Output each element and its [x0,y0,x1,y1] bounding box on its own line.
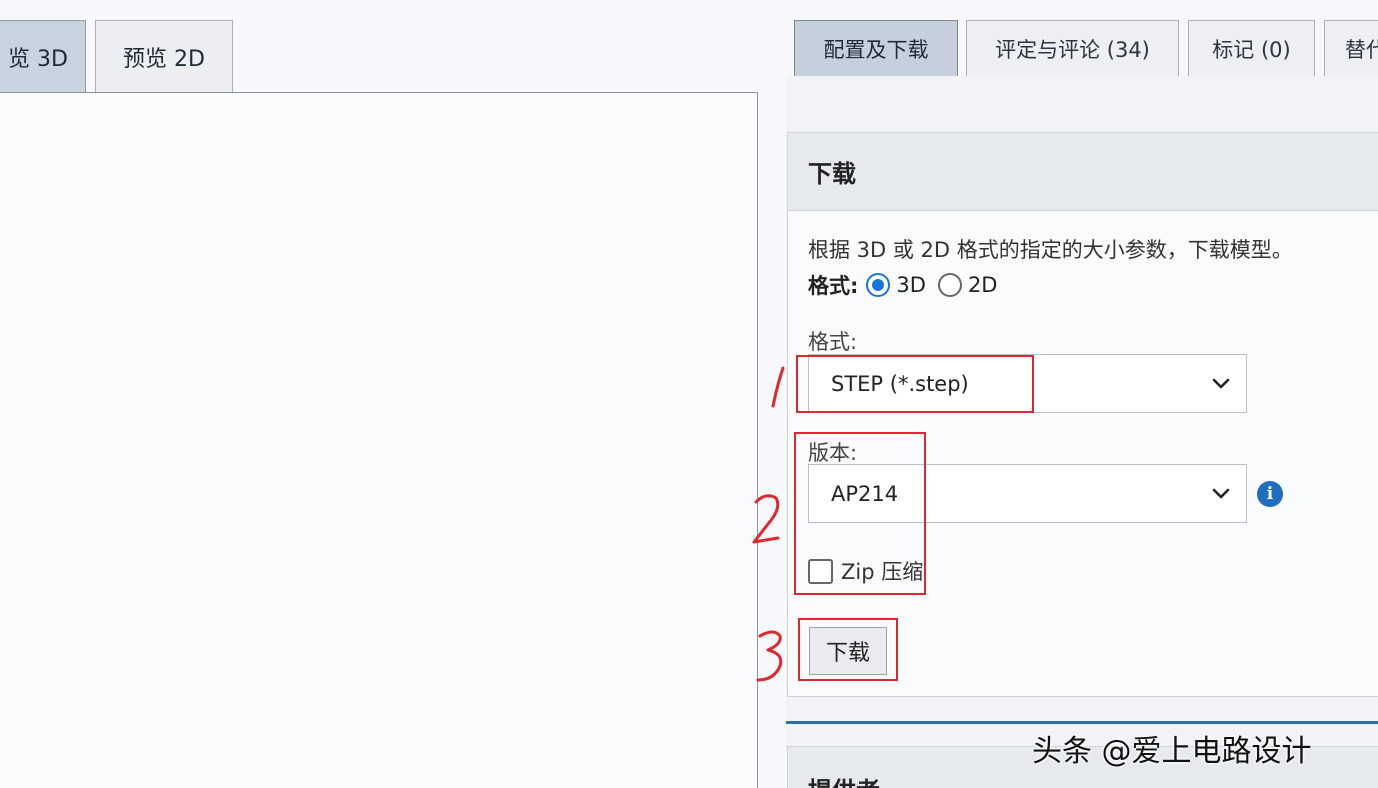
watermark: 头条 @爱上电路设计 [1032,734,1312,769]
tab-ratings-reviews[interactable]: 评定与评论 (34) [966,20,1179,76]
annotation-number-1 [771,366,785,408]
tab-alternatives[interactable]: 替代 [1324,20,1378,76]
preview-canvas[interactable] [0,92,758,788]
radio-3d[interactable] [866,273,891,297]
annotation-box-download [798,618,898,681]
download-description: 根据 3D 或 2D 格式的指定的大小参数，下载模型。 [808,238,1293,262]
download-panel-title: 下载 [788,133,1378,211]
tab-preview-2d[interactable]: 预览 2D [95,20,233,92]
annotation-box-version [794,432,926,595]
section-divider [786,721,1378,724]
provider-panel-title: 提供者 [808,771,880,788]
format-radio-group: 格式: 3D 2D [808,270,997,300]
annotation-number-3 [756,630,783,682]
annotation-box-format [796,355,1034,413]
radio-2d[interactable] [937,273,962,297]
chevron-down-icon [1212,488,1230,499]
radio-3d-label[interactable]: 3D [896,273,926,297]
format-field-label: 格式: [808,330,858,354]
info-icon[interactable]: i [1257,481,1283,507]
tab-config-download[interactable]: 配置及下载 [794,20,958,76]
tab-preview-3d[interactable]: 览 3D [0,20,86,92]
tab-tags[interactable]: 标记 (0) [1188,20,1315,76]
radio-2d-label[interactable]: 2D [968,273,998,297]
download-panel: 下载 [787,132,1378,697]
annotation-number-2 [752,494,780,544]
chevron-down-icon [1212,378,1230,389]
format-radio-label: 格式: [808,274,859,298]
